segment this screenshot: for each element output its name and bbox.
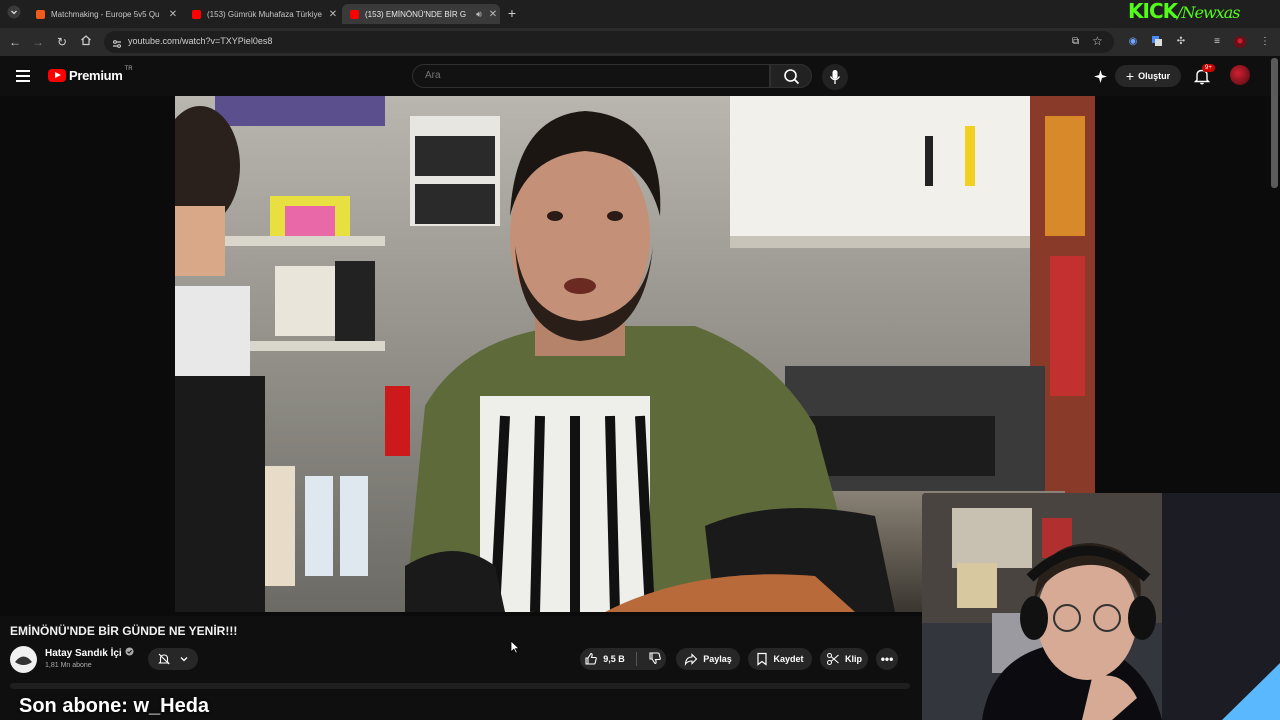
tab-close-icon[interactable]: ✕: [166, 9, 180, 20]
translate-extension-icon[interactable]: [1150, 35, 1164, 49]
profile-avatar-icon[interactable]: [1233, 35, 1247, 49]
like-count: 9,5 B: [603, 654, 625, 664]
youtube-play-icon: [48, 69, 66, 82]
reload-icon[interactable]: ↻: [54, 34, 70, 50]
youtube-favicon-icon: [350, 9, 359, 19]
share-button[interactable]: Paylaş: [676, 648, 740, 670]
like-divider: [635, 652, 637, 666]
create-button[interactable]: + Oluştur: [1115, 65, 1181, 87]
more-actions-button[interactable]: •••: [876, 648, 898, 670]
search-button[interactable]: [770, 64, 812, 88]
tab-title: (153) Gümrük Muhafaza Türkiye: [207, 9, 323, 19]
logo-text: Premium: [69, 68, 123, 83]
faceit-favicon-icon: [36, 9, 45, 19]
channel-name-text: Hatay Sandık İçi: [45, 647, 122, 659]
search-icon: [784, 69, 800, 85]
more-horizontal-icon: •••: [880, 652, 894, 666]
tab-close-icon[interactable]: ✕: [486, 9, 500, 20]
create-label: Oluştur: [1138, 71, 1171, 81]
extension-audio-icon[interactable]: ◉: [1126, 35, 1140, 49]
subscription-bell-button[interactable]: [148, 648, 198, 670]
streamer-webcam: [922, 493, 1280, 720]
browser-tab-1[interactable]: Matchmaking - Europe 5v5 Qu ✕: [28, 4, 180, 24]
webcam-image: [922, 493, 1280, 720]
youtube-logo[interactable]: Premium TR: [48, 65, 133, 83]
mouse-cursor-icon: [510, 640, 521, 659]
search-input[interactable]: [425, 70, 755, 81]
clip-button[interactable]: Klip: [820, 648, 868, 670]
last-subscriber-overlay: Son abone: w_Heda: [19, 695, 210, 717]
youtube-favicon-icon: [192, 9, 201, 19]
search-box[interactable]: [412, 64, 770, 88]
share-arrow-icon: [685, 653, 698, 666]
voice-search-button[interactable]: [822, 64, 848, 90]
youtube-header: Premium TR + Oluştur 9+: [0, 56, 1280, 96]
browser-tab-3-active[interactable]: (153) EMİNÖNÜ'NDE BİR G 🔊︎ ✕: [342, 4, 500, 24]
subscriber-count: 1,81 Mn abone: [45, 662, 92, 669]
scissors-icon: [827, 653, 839, 665]
address-bar[interactable]: youtube.com/watch?v=TXYPiel0es8 ⧉ ☆: [104, 31, 1114, 53]
forward-arrow-icon[interactable]: →: [30, 34, 46, 50]
kick-username: /Newxas: [1177, 3, 1240, 22]
like-dislike-group: 9,5 B: [580, 648, 666, 670]
bookmark-star-icon[interactable]: ☆: [1092, 34, 1103, 48]
content-divider: [10, 683, 910, 689]
audio-playing-icon[interactable]: 🔊︎: [472, 9, 486, 20]
new-tab-button[interactable]: +: [504, 5, 520, 21]
notification-badge: 9+: [1202, 64, 1215, 72]
url-text: youtube.com/watch?v=TXYPiel0es8: [128, 36, 273, 46]
kick-logo: KICK/Newxas: [1128, 0, 1240, 24]
thumbs-up-icon: [585, 652, 598, 665]
browser-tab-2[interactable]: (153) Gümrük Muhafaza Türkiye ✕: [184, 4, 340, 24]
microphone-icon: [829, 70, 841, 84]
tab-title: (153) EMİNÖNÜ'NDE BİR G: [365, 9, 467, 19]
country-code: TR: [124, 65, 133, 72]
thumbs-down-icon: [649, 652, 661, 665]
dislike-button[interactable]: [648, 651, 662, 667]
premium-sparkle-icon[interactable]: [1093, 69, 1108, 89]
page-scrollbar[interactable]: [1271, 58, 1278, 188]
plus-icon: +: [1125, 68, 1135, 84]
tab-search-icon[interactable]: [6, 5, 22, 21]
media-controls-icon[interactable]: ≡: [1210, 35, 1224, 49]
extensions-puzzle-icon[interactable]: ✣: [1174, 35, 1188, 49]
verified-check-icon: [125, 647, 134, 659]
tab-title: Matchmaking - Europe 5v5 Qu: [51, 9, 160, 19]
home-icon[interactable]: [78, 34, 94, 50]
site-info-icon[interactable]: [112, 36, 122, 54]
menu-icon[interactable]: [16, 70, 30, 82]
channel-avatar[interactable]: [10, 646, 37, 673]
save-button[interactable]: Kaydet: [748, 648, 812, 670]
browser-menu-icon[interactable]: ⋮: [1258, 35, 1272, 49]
like-button[interactable]: 9,5 B: [584, 652, 625, 666]
browser-tab-strip: Matchmaking - Europe 5v5 Qu ✕ (153) Gümr…: [0, 0, 1280, 28]
clip-label: Klip: [845, 654, 862, 664]
bookmark-icon: [757, 652, 768, 666]
save-label: Kaydet: [773, 654, 804, 664]
kick-brand: KICK: [1128, 0, 1178, 23]
tab-close-icon[interactable]: ✕: [326, 9, 340, 20]
install-app-icon[interactable]: ⧉: [1072, 36, 1079, 47]
video-title: EMİNÖNÜ'NDE BİR GÜNDE NE YENİR!!!: [10, 624, 238, 638]
back-arrow-icon[interactable]: ←: [7, 34, 23, 50]
browser-toolbar: ← → ↻ youtube.com/watch?v=TXYPiel0es8 ⧉ …: [0, 28, 1280, 56]
share-label: Paylaş: [703, 654, 732, 664]
bell-off-icon: [158, 653, 170, 665]
account-avatar[interactable]: [1230, 65, 1250, 85]
channel-name[interactable]: Hatay Sandık İçi: [45, 647, 134, 659]
chevron-down-icon: [180, 657, 188, 662]
